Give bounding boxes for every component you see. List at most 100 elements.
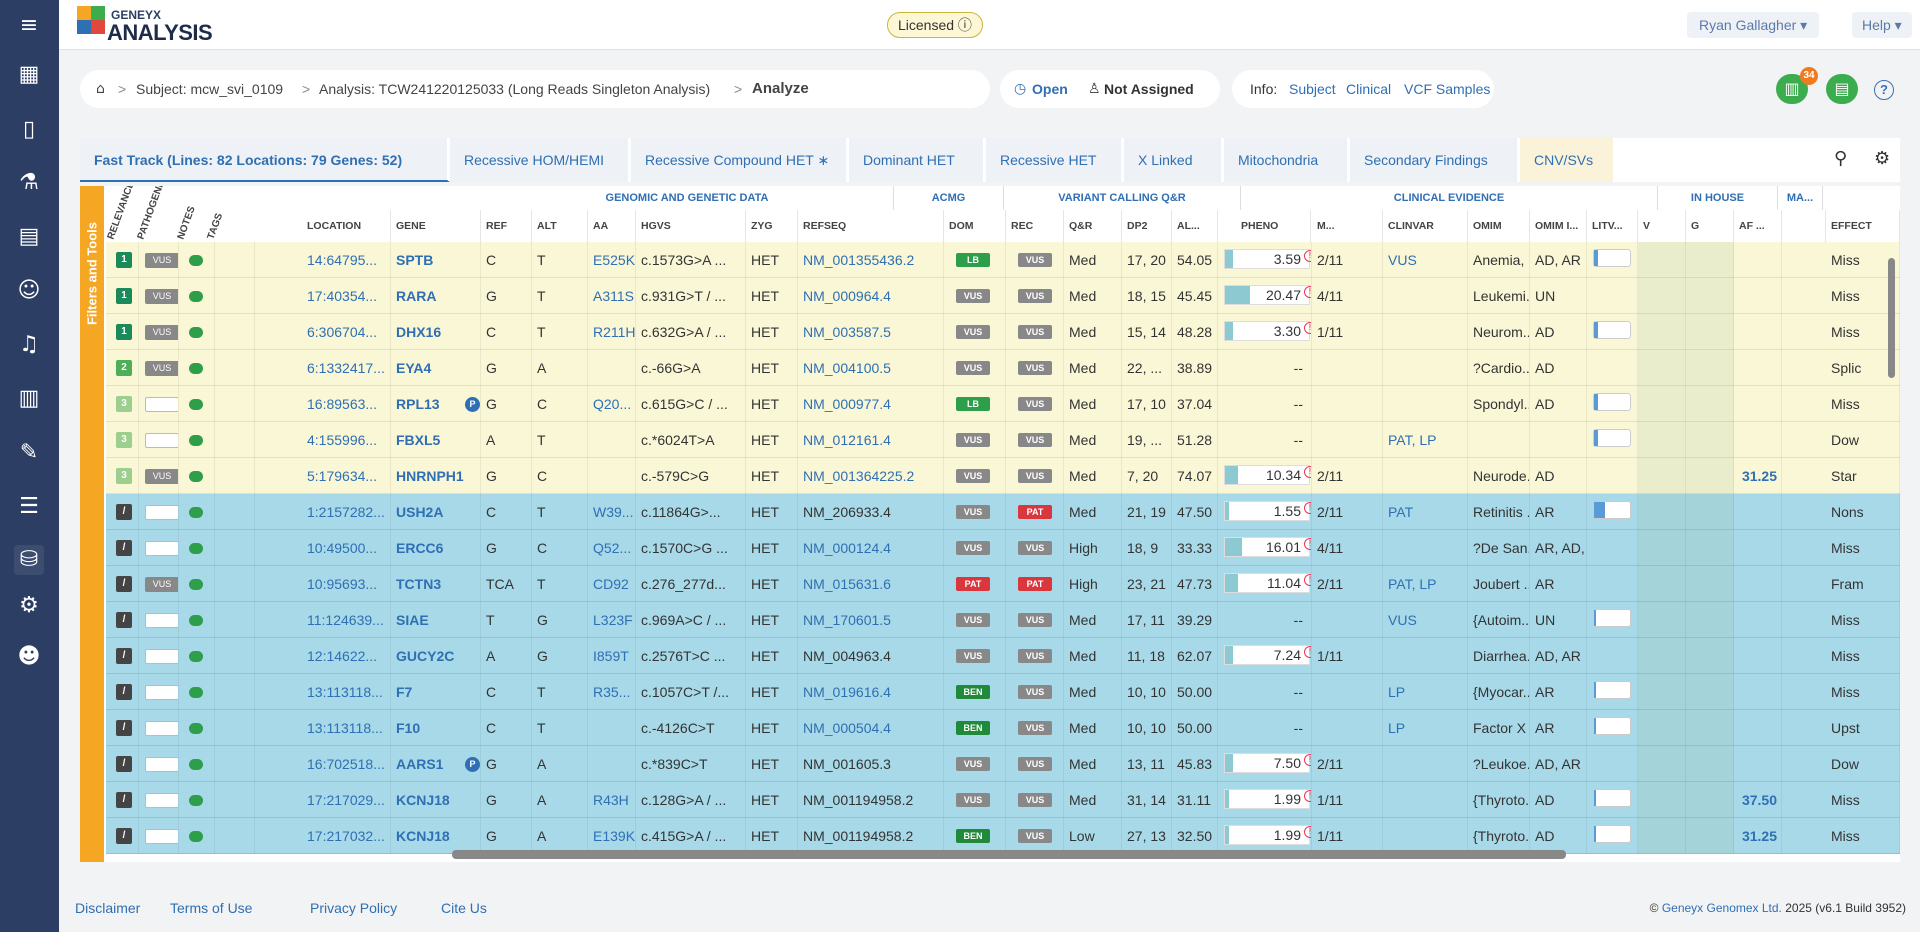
litvar-cell[interactable]	[1587, 386, 1638, 422]
acmg-dom-cell[interactable]: VUS	[944, 530, 1006, 566]
breadcrumb-analysis[interactable]: Analysis: TCW241220125033 (Long Reads Si…	[319, 70, 710, 108]
pathogenic-badge[interactable]	[145, 397, 178, 412]
litvar-cell[interactable]	[1587, 278, 1638, 314]
pheno-cell[interactable]: 7.24!	[1218, 638, 1312, 674]
pathogenic-cell[interactable]	[139, 530, 179, 566]
tags-cell[interactable]	[215, 242, 255, 278]
acmg-dom-badge[interactable]: VUS	[956, 433, 990, 447]
litvar-bar[interactable]	[1593, 717, 1631, 735]
acmg-rec-badge[interactable]: VUS	[1018, 757, 1052, 771]
acmg-rec-cell[interactable]: VUS	[1006, 242, 1064, 278]
pheno-score[interactable]: 20.47	[1224, 285, 1310, 305]
pheno-cell[interactable]: 3.30!	[1218, 314, 1312, 350]
location-link[interactable]: 10:95693...	[302, 566, 391, 602]
acmg-dom-badge[interactable]: VUS	[956, 649, 990, 663]
column-header[interactable]: Q&R	[1064, 210, 1122, 242]
gene-name[interactable]: RARA	[391, 278, 481, 314]
comment-icon[interactable]	[189, 291, 203, 302]
litvar-cell[interactable]	[1587, 746, 1638, 782]
column-header-notes[interactable]: NOTES	[176, 205, 198, 241]
info-alert-icon[interactable]: !	[1304, 250, 1311, 262]
relevance-badge[interactable]: /	[116, 576, 132, 592]
geneyx-logo[interactable]: GENEYX ANALYSIS	[77, 6, 213, 45]
af-value[interactable]	[1734, 674, 1782, 710]
location-link[interactable]: 4:155996...	[302, 422, 391, 458]
acmg-dom-cell[interactable]: VUS	[944, 746, 1006, 782]
relevance-badge[interactable]: 3	[116, 468, 132, 484]
litvar-cell[interactable]	[1587, 530, 1638, 566]
users-group-icon[interactable]: ☻	[14, 642, 44, 672]
acmg-dom-cell[interactable]: PAT	[944, 566, 1006, 602]
tab-mitochondria[interactable]: Mitochondria	[1224, 138, 1350, 182]
pheno-score[interactable]: 7.50	[1224, 753, 1310, 773]
gene-name[interactable]: USH2A	[391, 494, 481, 530]
relevance-badge[interactable]: /	[116, 792, 132, 808]
af-value[interactable]	[1734, 602, 1782, 638]
column-header[interactable]: ALT	[532, 210, 588, 242]
table-row[interactable]: 1 VUS 17:40354... RARA G T A311S c.931G>T / ...…	[106, 278, 1900, 314]
clinvar[interactable]: LP	[1383, 674, 1468, 710]
chip-icon[interactable]: ▥	[14, 384, 44, 414]
refseq[interactable]: NM_001194958.2	[798, 818, 944, 854]
notes-cell[interactable]	[179, 350, 215, 386]
litvar-cell[interactable]	[1587, 458, 1638, 494]
clinvar[interactable]: VUS	[1383, 602, 1468, 638]
vertical-scrollbar[interactable]	[1888, 258, 1895, 378]
info-alert-icon[interactable]: !	[1304, 502, 1311, 514]
aa-change[interactable]: E525K	[588, 242, 636, 278]
tags-cell[interactable]	[215, 782, 255, 818]
pheno-cell[interactable]: 1.99!	[1218, 782, 1312, 818]
acmg-rec-cell[interactable]: VUS	[1006, 314, 1064, 350]
table-row[interactable]: 1 VUS 14:64795... SPTB C T E525K c.1573G>A ... H…	[106, 242, 1900, 278]
acmg-dom-badge[interactable]: VUS	[956, 613, 990, 627]
notes-cell[interactable]	[179, 278, 215, 314]
litvar-cell[interactable]	[1587, 494, 1638, 530]
pathogenic-cell[interactable]: VUS	[139, 458, 179, 494]
help-icon[interactable]: ?	[1874, 80, 1894, 100]
pathogenic-badge[interactable]	[145, 685, 178, 700]
clinvar[interactable]	[1383, 746, 1468, 782]
clinvar[interactable]: PAT	[1383, 494, 1468, 530]
clinvar[interactable]	[1383, 314, 1468, 350]
acmg-dom-badge[interactable]: BEN	[956, 721, 990, 735]
column-header[interactable]: GENE	[391, 210, 481, 242]
relevance-cell[interactable]: 2	[106, 350, 139, 386]
location-link[interactable]: 13:113118...	[302, 710, 391, 746]
column-header[interactable]: AL...	[1172, 210, 1218, 242]
refseq[interactable]: NM_000964.4	[798, 278, 944, 314]
pheno-cell[interactable]: 1.99!	[1218, 818, 1312, 854]
litvar-bar[interactable]	[1593, 429, 1631, 447]
tab-secondary-findings[interactable]: Secondary Findings	[1350, 138, 1520, 182]
refseq[interactable]: NM_004100.5	[798, 350, 944, 386]
column-header[interactable]: AA	[588, 210, 636, 242]
af-value[interactable]	[1734, 314, 1782, 350]
pathogenic-cell[interactable]	[139, 818, 179, 854]
column-header-tags[interactable]: TAGS	[206, 212, 226, 241]
location-link[interactable]: 16:702518...	[302, 746, 391, 782]
pheno-score[interactable]: 1.55	[1224, 501, 1310, 521]
help-menu-button[interactable]: Help ▾	[1852, 12, 1912, 38]
gene-name[interactable]: RPL13 P	[391, 386, 481, 422]
pathogenic-badge[interactable]	[145, 649, 178, 664]
pathogenic-cell[interactable]	[139, 494, 179, 530]
tags-cell[interactable]	[215, 350, 255, 386]
table-row[interactable]: / 17:217029... KCNJ18 G A R43H c.128G>A / ... H…	[106, 782, 1900, 818]
gene-name[interactable]: FBXL5	[391, 422, 481, 458]
litvar-cell[interactable]	[1587, 566, 1638, 602]
litvar-cell[interactable]	[1587, 242, 1638, 278]
aa-change[interactable]: Q20...	[588, 386, 636, 422]
notes-cell[interactable]	[179, 710, 215, 746]
pathogenic-cell[interactable]	[139, 386, 179, 422]
pathogenic-cell[interactable]: VUS	[139, 350, 179, 386]
relevance-cell[interactable]: 3	[106, 458, 139, 494]
clinvar[interactable]: LP	[1383, 710, 1468, 746]
acmg-dom-badge[interactable]: VUS	[956, 793, 990, 807]
relevance-badge[interactable]: 1	[116, 324, 132, 340]
pathogenic-badge[interactable]: VUS	[145, 469, 178, 484]
refseq[interactable]: NM_000504.4	[798, 710, 944, 746]
table-row[interactable]: / 10:49500... ERCC6 G C Q52... c.1570C>G ... HE…	[106, 530, 1900, 566]
tags-cell[interactable]	[215, 314, 255, 350]
litvar-bar[interactable]	[1593, 501, 1631, 519]
af-value[interactable]	[1734, 710, 1782, 746]
acmg-rec-badge[interactable]: VUS	[1018, 253, 1052, 267]
